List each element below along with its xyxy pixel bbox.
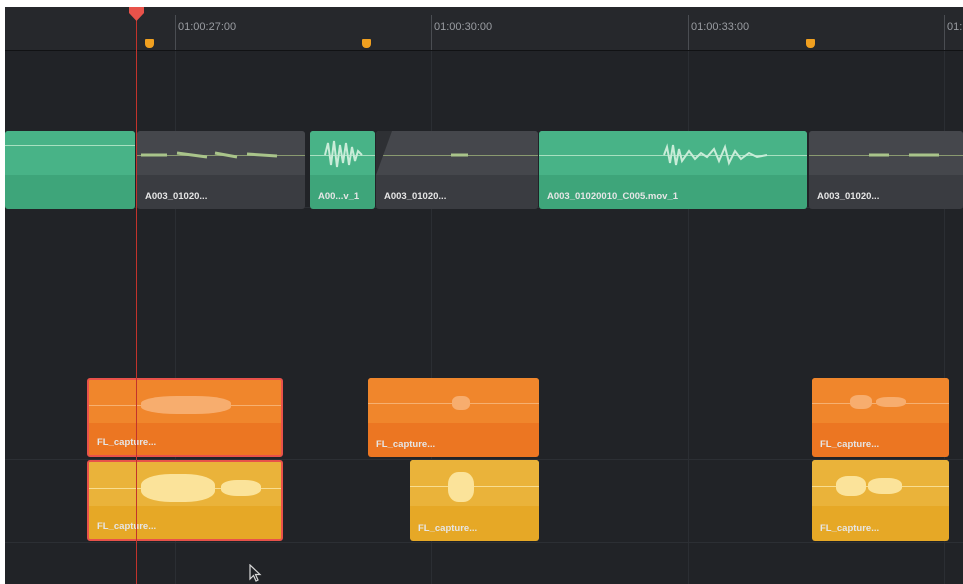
clip-waveform xyxy=(310,131,375,176)
marker-icon[interactable] xyxy=(145,39,154,48)
clip-name: A00...v_1 xyxy=(318,191,360,202)
clip-waveform xyxy=(812,460,949,507)
audio-clip[interactable] xyxy=(5,131,135,209)
audio-clip[interactable]: A003_01020... xyxy=(376,131,538,209)
clip-waveform xyxy=(137,131,305,176)
fl-capture-clip[interactable]: FL_capture... xyxy=(812,378,949,457)
clip-waveform xyxy=(89,380,281,423)
marker-icon[interactable] xyxy=(806,39,815,48)
mouse-pointer-icon xyxy=(249,564,262,582)
clip-name: FL_capture... xyxy=(97,521,157,532)
fl-capture-clip[interactable]: FL_capture... xyxy=(410,460,539,541)
clip-waveform xyxy=(809,131,963,176)
timecode-label: 01: xyxy=(947,21,963,33)
clip-waveform xyxy=(812,378,949,424)
clip-waveform xyxy=(376,131,538,176)
clip-name: FL_capture... xyxy=(820,439,880,450)
fl-capture-clip[interactable]: FL_capture... xyxy=(87,460,283,541)
audio-clip[interactable]: A00...v_1 xyxy=(310,131,375,209)
audio-clip[interactable]: A003_01020... xyxy=(809,131,963,209)
ruler-tick xyxy=(431,15,432,50)
timecode-ruler[interactable]: 01:00:27:00 01:00:30:00 01:00:33:00 01: xyxy=(5,7,963,51)
clip-waveform xyxy=(89,462,281,506)
clip-name: FL_capture... xyxy=(376,439,436,450)
clip-name: A003_01020... xyxy=(384,191,447,202)
track-separator xyxy=(5,542,963,543)
clip-waveform xyxy=(5,131,135,176)
timecode-label: 01:00:27:00 xyxy=(178,21,237,33)
timeline[interactable]: 01:00:27:00 01:00:30:00 01:00:33:00 01: xyxy=(5,7,963,584)
ruler-tick xyxy=(944,15,945,50)
timecode-label: 01:00:30:00 xyxy=(434,21,493,33)
clip-name: FL_capture... xyxy=(97,437,157,448)
clip-name: A003_01020... xyxy=(817,191,880,202)
fl-capture-clip[interactable]: FL_capture... xyxy=(87,378,283,457)
playhead-line[interactable] xyxy=(136,7,137,584)
clip-waveform xyxy=(410,460,539,507)
clip-waveform xyxy=(368,378,539,424)
ruler-tick xyxy=(175,15,176,50)
marker-icon[interactable] xyxy=(362,39,371,48)
timecode-label: 01:00:33:00 xyxy=(691,21,750,33)
clip-name: A003_01020... xyxy=(145,191,208,202)
clip-waveform xyxy=(539,131,807,176)
audio-clip[interactable]: A003_01020010_C005.mov_1 xyxy=(539,131,807,209)
playhead-icon[interactable] xyxy=(129,7,144,21)
clip-name: FL_capture... xyxy=(820,523,880,534)
audio-clip[interactable]: A003_01020... xyxy=(137,131,305,209)
ruler-tick xyxy=(688,15,689,50)
fl-capture-clip[interactable]: FL_capture... xyxy=(368,378,539,457)
fl-capture-clip[interactable]: FL_capture... xyxy=(812,460,949,541)
clip-name: A003_01020010_C005.mov_1 xyxy=(547,191,678,202)
clip-name: FL_capture... xyxy=(418,523,478,534)
